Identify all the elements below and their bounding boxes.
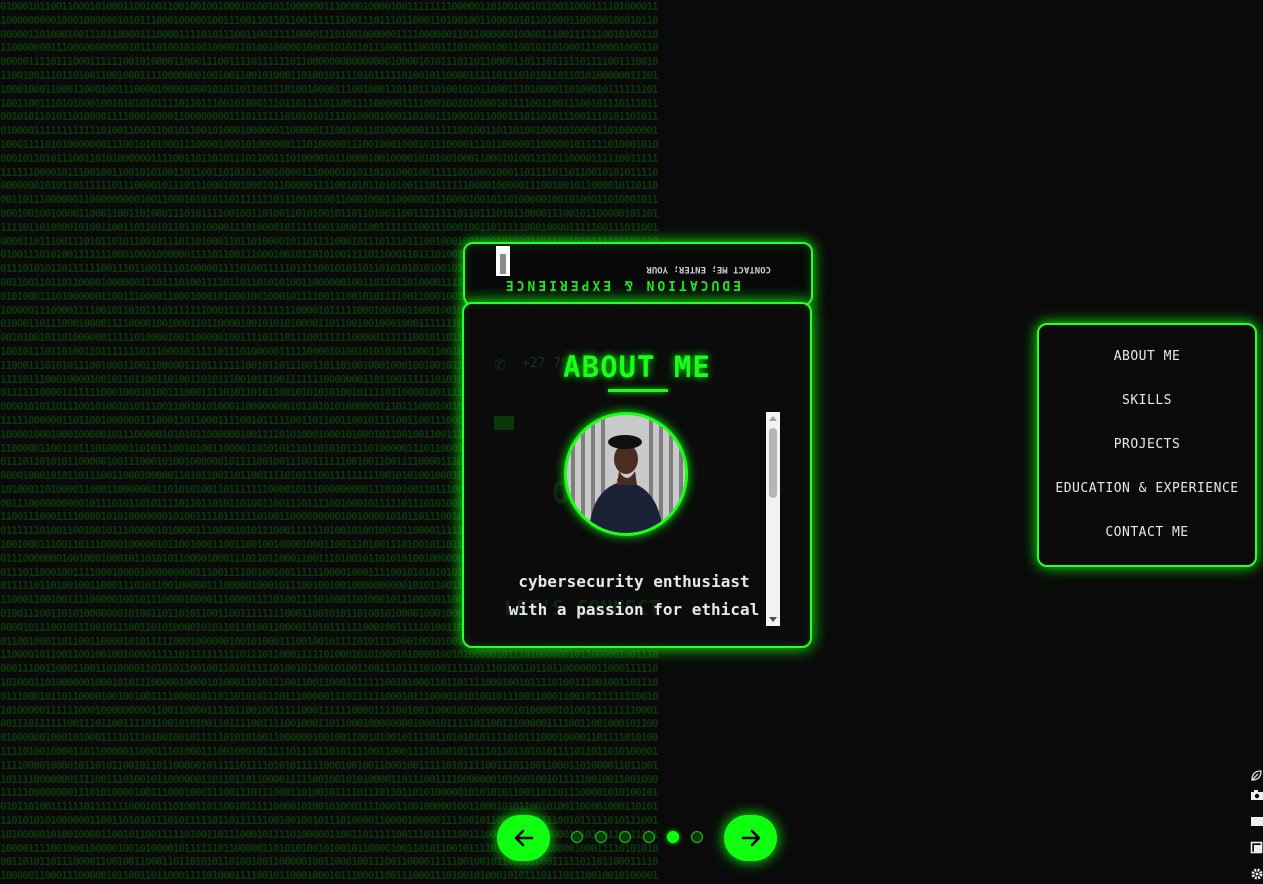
window-icon[interactable] (1250, 841, 1263, 854)
flipped-card-line: CONTACT ME; ENTER; YOUR (646, 264, 771, 274)
leaf-icon[interactable] (1250, 769, 1263, 782)
arrow-left-icon (514, 829, 533, 847)
next-button[interactable] (724, 815, 777, 861)
about-scrollbar[interactable] (766, 412, 780, 626)
nav-item-projects[interactable]: PROJECTS (1039, 437, 1255, 452)
about-bio: cybersecurity enthusiast with a passion … (484, 568, 784, 624)
bio-line-2: with a passion for ethical (508, 600, 760, 619)
mail-icon (494, 416, 514, 430)
avatar (564, 412, 688, 536)
nav-menu: ABOUT ME SKILLS PROJECTS EDUCATION & EXP… (1037, 323, 1257, 567)
pager-dot[interactable] (643, 831, 655, 843)
side-toolbar (1247, 766, 1263, 884)
pager-dot[interactable] (691, 831, 703, 843)
nav-item-contact-me[interactable]: CONTACT ME (1039, 525, 1255, 540)
prev-button[interactable] (497, 815, 550, 861)
scroll-down-arrow-icon[interactable] (769, 617, 777, 622)
pager-dot[interactable] (619, 831, 631, 843)
about-me-card: ✆ +27 79 ONLINE LET'S CONNECT ABOUT ME c… (462, 302, 812, 648)
pager-dot[interactable] (667, 831, 679, 843)
pager-dot[interactable] (571, 831, 583, 843)
arrow-right-icon (741, 829, 760, 847)
pager-dot[interactable] (595, 831, 607, 843)
about-me-title: ABOUT ME (563, 350, 711, 384)
nav-item-skills[interactable]: SKILLS (1039, 393, 1255, 408)
flipped-card-scrollbar (496, 246, 510, 276)
scroll-thumb[interactable] (769, 428, 777, 498)
bio-line-1: cybersecurity enthusiast (518, 572, 750, 591)
nav-item-about-me[interactable]: ABOUT ME (1039, 349, 1255, 364)
nav-item-education-experience[interactable]: EDUCATION & EXPERIENCE (1039, 481, 1255, 496)
scroll-up-arrow-icon[interactable] (769, 416, 777, 421)
education-experience-card-flipped: EDUCATION & EXPERIENCE CONTACT ME; ENTER… (463, 242, 813, 306)
camera-icon[interactable] (1250, 788, 1263, 801)
box-icon[interactable] (1250, 815, 1263, 828)
title-underline (608, 389, 668, 392)
flipped-card-title: EDUCATION & EXPERIENCE (502, 277, 741, 292)
gear-icon[interactable] (1250, 867, 1263, 880)
